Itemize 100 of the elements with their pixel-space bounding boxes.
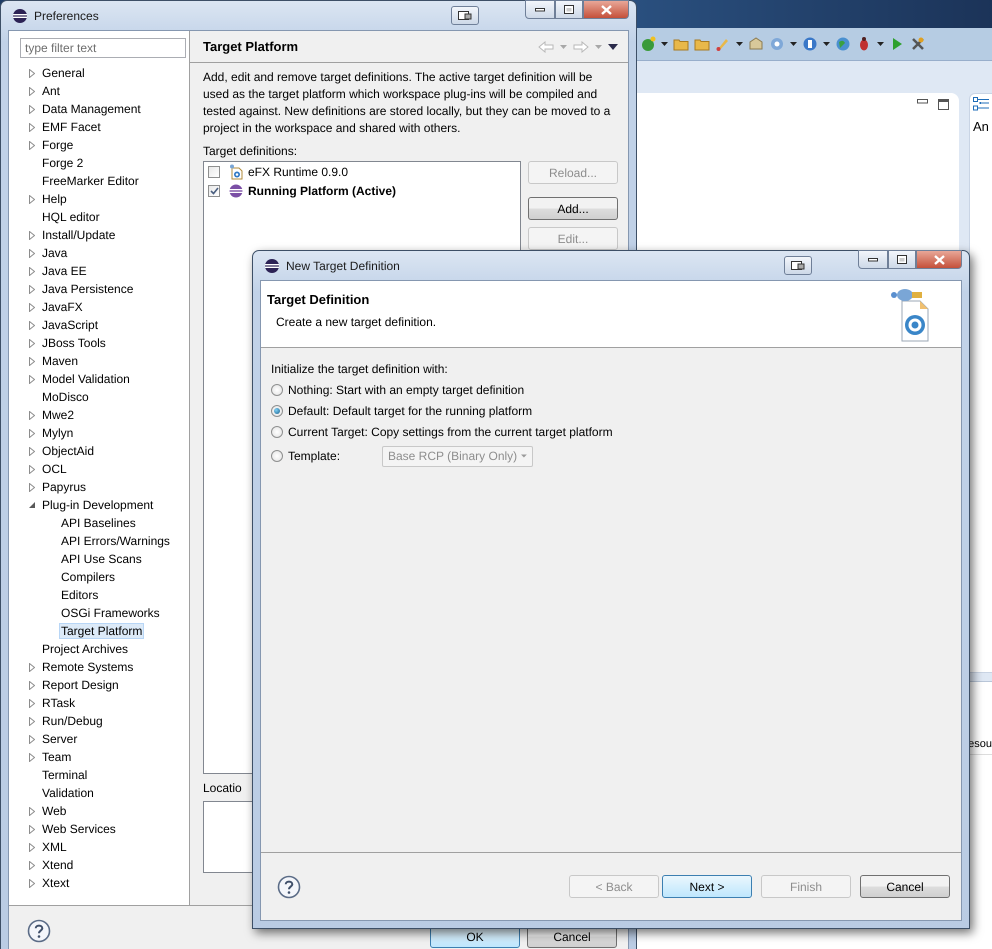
expand-arrow-icon[interactable] bbox=[29, 734, 35, 744]
tree-item[interactable]: Java Persistence bbox=[40, 281, 136, 297]
help-icon[interactable] bbox=[277, 874, 301, 898]
tree-item[interactable]: Validation bbox=[40, 785, 96, 801]
expand-arrow-icon[interactable] bbox=[29, 230, 35, 240]
back-arrow-icon[interactable] bbox=[538, 40, 554, 52]
option-label[interactable]: Nothing: Start with an empty target definition bbox=[288, 383, 524, 397]
switch-window-button[interactable] bbox=[451, 6, 479, 25]
expand-arrow-icon[interactable] bbox=[29, 428, 35, 438]
switch-window-button[interactable] bbox=[784, 256, 812, 275]
caret-icon[interactable] bbox=[736, 42, 743, 46]
tree-item[interactable]: Forge bbox=[40, 137, 76, 153]
tree-item[interactable]: Forge 2 bbox=[40, 155, 86, 171]
brush-icon[interactable] bbox=[715, 36, 731, 52]
expand-arrow-icon[interactable] bbox=[29, 824, 35, 834]
tree-item[interactable]: EMF Facet bbox=[40, 119, 103, 135]
tree-item[interactable]: Model Validation bbox=[40, 371, 132, 387]
expand-arrow-icon[interactable] bbox=[29, 266, 35, 276]
expand-arrow-icon[interactable] bbox=[29, 482, 35, 492]
expand-arrow-icon[interactable] bbox=[29, 680, 35, 690]
expand-arrow-icon[interactable] bbox=[29, 410, 35, 420]
tree-item[interactable]: FreeMarker Editor bbox=[40, 173, 141, 189]
tree-item[interactable]: Mylyn bbox=[40, 425, 76, 441]
tree-item[interactable]: Data Management bbox=[40, 101, 143, 117]
maximize-button[interactable] bbox=[555, 0, 583, 19]
option-label[interactable]: Current Target: Copy settings from the current target platform bbox=[288, 425, 613, 439]
tree-item[interactable]: Plug-in Development bbox=[40, 497, 156, 513]
expand-arrow-icon[interactable] bbox=[29, 716, 35, 726]
tree-item[interactable]: Target Platform bbox=[59, 623, 144, 639]
tree-item[interactable]: Java bbox=[40, 245, 70, 261]
tree-item[interactable]: OCL bbox=[40, 461, 69, 477]
expand-arrow-icon[interactable] bbox=[29, 194, 35, 204]
option-label[interactable]: Default: Default target for the running platform bbox=[288, 404, 532, 418]
tree-item[interactable]: Xtend bbox=[40, 857, 76, 873]
expand-arrow-icon[interactable] bbox=[29, 68, 35, 78]
caret-icon[interactable] bbox=[661, 42, 668, 46]
tree-item[interactable]: ObjectAid bbox=[40, 443, 96, 459]
tree-item[interactable]: XML bbox=[40, 839, 69, 855]
expand-arrow-icon[interactable] bbox=[29, 374, 35, 384]
tree-item[interactable]: OSGi Frameworks bbox=[59, 605, 162, 621]
tree-item[interactable]: API Errors/Warnings bbox=[59, 533, 172, 549]
tree-item[interactable]: JavaFX bbox=[40, 299, 85, 315]
expand-arrow-icon[interactable] bbox=[29, 446, 35, 456]
globe-icon[interactable] bbox=[835, 36, 851, 52]
tree-item[interactable]: Editors bbox=[59, 587, 100, 603]
option-label[interactable]: Template: bbox=[288, 449, 378, 463]
filter-field[interactable]: type filter text bbox=[20, 38, 186, 58]
forward-arrow-icon[interactable] bbox=[573, 40, 589, 52]
radio-button[interactable] bbox=[271, 426, 283, 438]
minimize-button[interactable] bbox=[525, 0, 555, 19]
tree-item[interactable]: JavaScript bbox=[40, 317, 100, 333]
definition-item[interactable]: eFX Runtime 0.9.0 bbox=[248, 165, 348, 179]
tree-item[interactable]: Project Archives bbox=[40, 641, 130, 657]
tree-item[interactable]: Server bbox=[40, 731, 80, 747]
menu-icon[interactable] bbox=[608, 44, 618, 50]
tree-item[interactable]: Web bbox=[40, 803, 68, 819]
expand-arrow-icon[interactable] bbox=[29, 320, 35, 330]
definition-item[interactable]: Running Platform (Active) bbox=[248, 184, 396, 198]
tree-item[interactable]: Maven bbox=[40, 353, 80, 369]
maximize-button[interactable] bbox=[888, 250, 916, 269]
tree-item[interactable]: Report Design bbox=[40, 677, 121, 693]
expand-arrow-icon[interactable] bbox=[29, 122, 35, 132]
caret-icon[interactable] bbox=[823, 42, 830, 46]
tree-item[interactable]: Java EE bbox=[40, 263, 89, 279]
tree-item[interactable]: Run/Debug bbox=[40, 713, 105, 729]
minimize-button[interactable] bbox=[858, 250, 888, 269]
tree-item[interactable]: RTask bbox=[40, 695, 78, 711]
expand-arrow-icon[interactable] bbox=[29, 86, 35, 96]
expand-arrow-icon[interactable] bbox=[29, 356, 35, 366]
tree-item[interactable]: HQL editor bbox=[40, 209, 102, 225]
tree-item[interactable]: Papyrus bbox=[40, 479, 88, 495]
tree-item[interactable]: JBoss Tools bbox=[40, 335, 108, 351]
expand-arrow-icon[interactable] bbox=[28, 501, 36, 509]
wizard-button[interactable]: Cancel bbox=[860, 875, 950, 898]
tree-item[interactable]: Install/Update bbox=[40, 227, 118, 243]
tree-item[interactable]: Terminal bbox=[40, 767, 90, 783]
expand-arrow-icon[interactable] bbox=[29, 878, 35, 888]
side-button[interactable]: Add... bbox=[528, 197, 618, 220]
tree-item[interactable]: General bbox=[40, 65, 87, 81]
tree-item[interactable]: API Use Scans bbox=[59, 551, 144, 567]
expand-arrow-icon[interactable] bbox=[29, 860, 35, 870]
tree-item[interactable]: Mwe2 bbox=[40, 407, 76, 423]
expand-arrow-icon[interactable] bbox=[29, 842, 35, 852]
expand-arrow-icon[interactable] bbox=[29, 806, 35, 816]
tree-item[interactable]: Ant bbox=[40, 83, 62, 99]
caret-icon[interactable] bbox=[790, 42, 797, 46]
tree-item[interactable]: Team bbox=[40, 749, 74, 765]
radio-button[interactable] bbox=[271, 405, 283, 417]
expand-arrow-icon[interactable] bbox=[29, 248, 35, 258]
expand-arrow-icon[interactable] bbox=[29, 140, 35, 150]
radio-button[interactable] bbox=[271, 384, 283, 396]
expand-arrow-icon[interactable] bbox=[29, 104, 35, 114]
caret-icon[interactable] bbox=[877, 42, 884, 46]
checkbox[interactable] bbox=[208, 166, 220, 178]
maximize-icon[interactable] bbox=[938, 99, 949, 110]
expand-arrow-icon[interactable] bbox=[29, 338, 35, 348]
tree-item[interactable]: MoDisco bbox=[40, 389, 91, 405]
radio-button[interactable] bbox=[271, 450, 283, 462]
tree-item[interactable]: Web Services bbox=[40, 821, 118, 837]
expand-arrow-icon[interactable] bbox=[29, 284, 35, 294]
